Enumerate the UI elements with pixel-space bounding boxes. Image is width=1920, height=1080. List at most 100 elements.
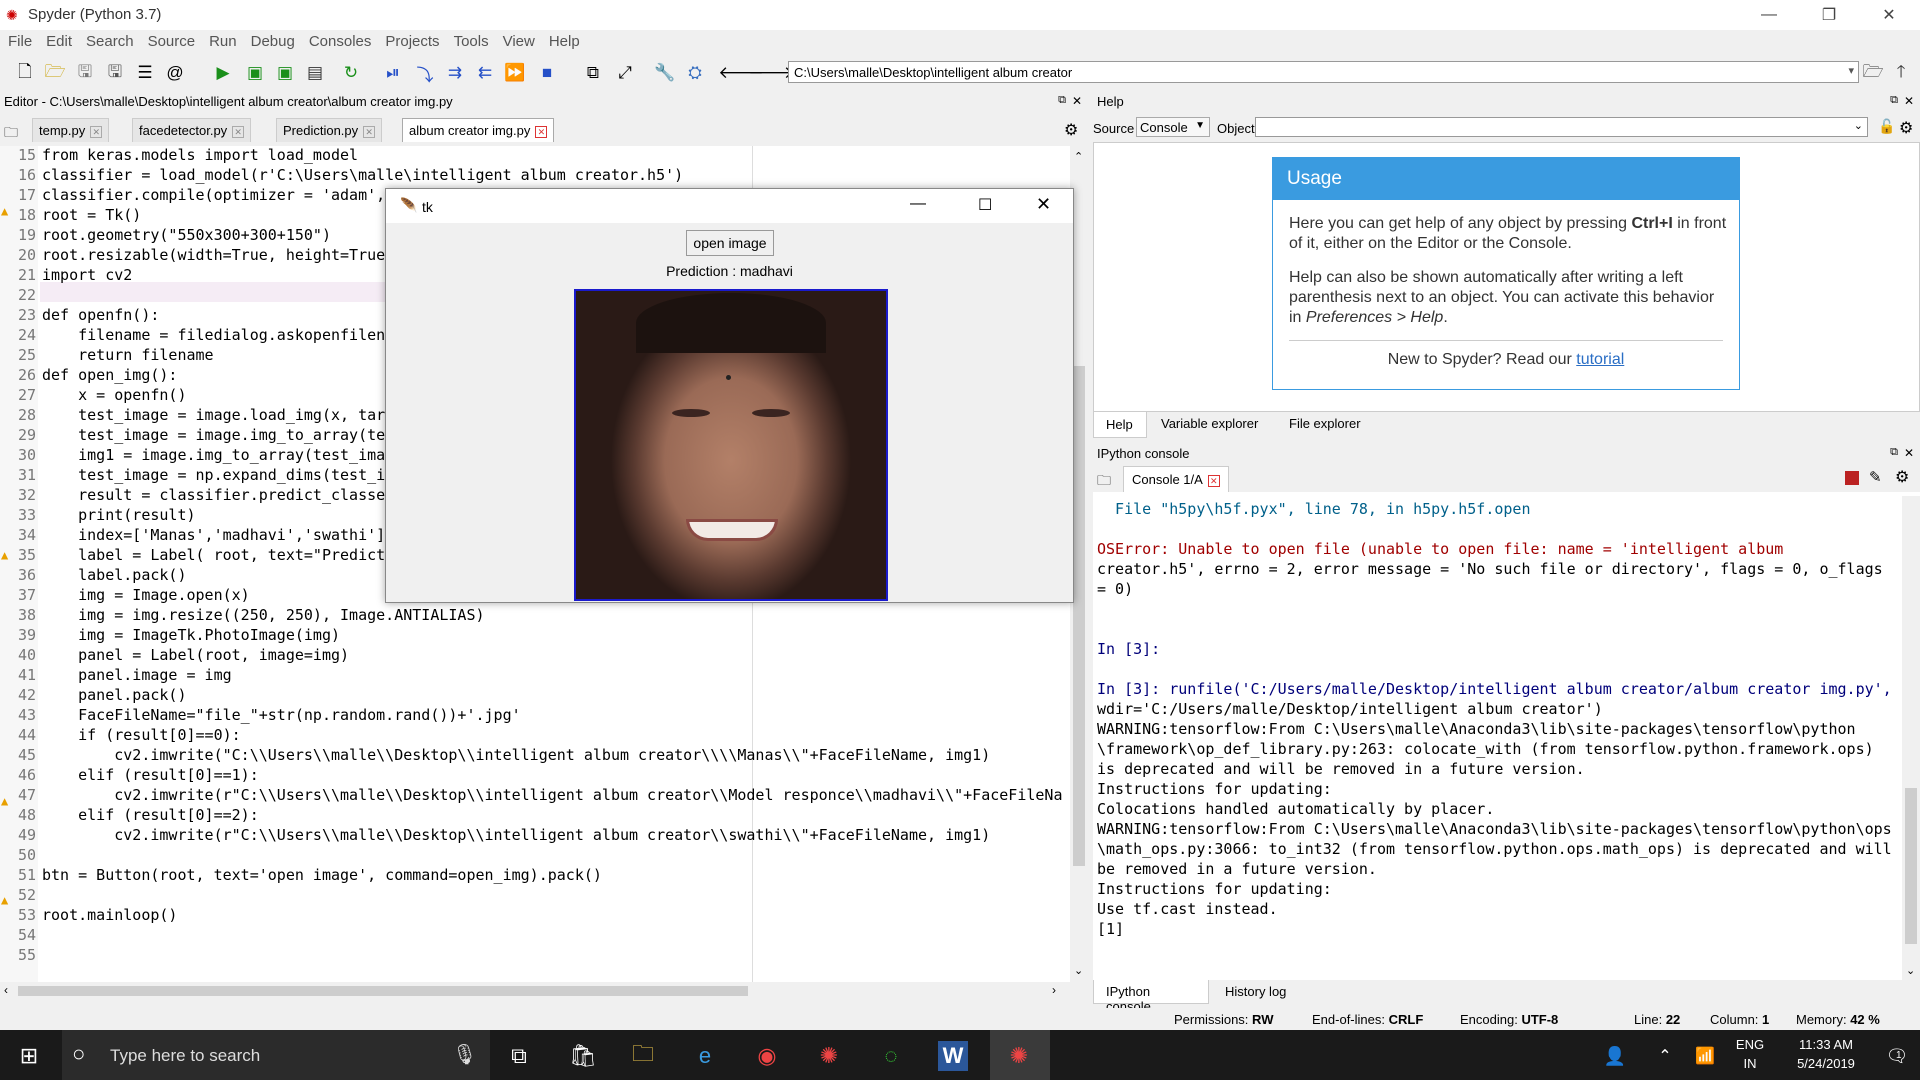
python-path-icon[interactable]: ⛭	[684, 62, 706, 84]
chevron-down-icon[interactable]: ▾	[1848, 64, 1854, 77]
menu-debug[interactable]: Debug	[243, 30, 301, 50]
new-file-icon[interactable]: 🗋	[14, 62, 36, 84]
run-cell-icon[interactable]: ▣	[244, 62, 266, 84]
undock-icon[interactable]: ⧉	[1058, 94, 1066, 107]
close-tab-icon[interactable]: ✕	[232, 125, 245, 138]
open-file-icon[interactable]: 🗁	[44, 62, 66, 84]
open-image-button[interactable]: open image	[686, 230, 774, 256]
menu-edit[interactable]: Edit	[38, 30, 78, 50]
anaconda-icon[interactable]: ◌	[876, 1041, 906, 1071]
stop-icon[interactable]: ■	[536, 62, 558, 84]
continue-icon[interactable]: ⏩	[504, 62, 526, 84]
browse-folder-icon[interactable]: 🗁	[1862, 62, 1884, 84]
undock-icon[interactable]: ⧉	[1890, 94, 1898, 107]
at-icon[interactable]: @	[164, 62, 186, 84]
preferences-icon[interactable]: 🔧	[654, 62, 676, 84]
close-tab-icon[interactable]: ✕	[90, 125, 103, 138]
menu-view[interactable]: View	[495, 30, 541, 50]
menu-projects[interactable]: Projects	[377, 30, 445, 50]
edge-icon[interactable]: e	[690, 1041, 720, 1071]
run-cell-advance-icon[interactable]: ▣	[274, 62, 296, 84]
working-directory-input[interactable]: C:\Users\malle\Desktop\intelligent album…	[788, 61, 1859, 83]
close-pane-icon[interactable]: ✕	[1904, 94, 1914, 108]
tray-chevron-icon[interactable]: ⌃	[1650, 1041, 1680, 1071]
menu-consoles[interactable]: Consoles	[301, 30, 378, 50]
tutorial-link[interactable]: tutorial	[1576, 351, 1624, 368]
people-icon[interactable]: 👤	[1600, 1041, 1630, 1071]
clock[interactable]: 11:33 AM 5/24/2019	[1776, 1037, 1876, 1071]
gear-icon[interactable]: ⚙	[1064, 120, 1078, 140]
menu-search[interactable]: Search	[78, 30, 140, 50]
browse-tabs-icon[interactable]: 🗀	[4, 122, 18, 146]
stop-kernel-icon[interactable]	[1845, 471, 1859, 485]
tab-facedetector[interactable]: facedetector.py ✕	[132, 118, 252, 142]
gear-icon[interactable]: ⚙	[1899, 118, 1913, 138]
tab-ipython-console[interactable]: IPython console	[1093, 980, 1209, 1014]
windows-start-icon[interactable]: ⊞	[14, 1041, 44, 1071]
step-icon[interactable]: ⤵	[414, 62, 436, 85]
microphone-icon[interactable]: 🎙	[452, 1042, 477, 1067]
menu-tools[interactable]: Tools	[446, 30, 495, 50]
source-select[interactable]: Console ▼	[1136, 117, 1210, 137]
minimize-button[interactable]: —	[1740, 0, 1798, 30]
close-tab-icon[interactable]: ✕	[535, 125, 548, 138]
chrome-icon[interactable]: ◉	[752, 1041, 782, 1071]
run-selection-icon[interactable]: ▤	[304, 62, 326, 84]
file-explorer-icon[interactable]: 🗀	[628, 1041, 658, 1071]
close-pane-icon[interactable]: ✕	[1904, 446, 1914, 460]
tk-close-button[interactable]: ✕	[1036, 194, 1051, 215]
fullscreen-icon[interactable]: ⤢	[614, 62, 636, 84]
save-all-icon[interactable]: 🖫	[104, 62, 126, 84]
run-icon[interactable]: ▶	[212, 62, 234, 84]
maximize-pane-icon[interactable]: ⧉	[582, 62, 604, 84]
save-icon[interactable]: 🖫	[74, 62, 96, 84]
close-tab-icon[interactable]: ✕	[1207, 474, 1220, 487]
lock-icon[interactable]: 🔓	[1878, 118, 1895, 135]
close-pane-icon[interactable]: ✕	[1072, 94, 1082, 108]
scroll-down-icon[interactable]: ⌄	[1074, 964, 1083, 977]
scroll-left-icon[interactable]: ‹	[4, 983, 8, 997]
console-output[interactable]: File "h5py\h5f.pyx", line 78, in h5py.h5…	[1093, 492, 1920, 980]
eraser-icon[interactable]: ✎	[1869, 468, 1882, 486]
tab-file-explorer[interactable]: File explorer	[1281, 416, 1369, 431]
forward-icon[interactable]: 🡒	[748, 62, 794, 84]
close-button[interactable]: ✕	[1860, 0, 1918, 30]
task-view-icon[interactable]: ⧉	[504, 1041, 534, 1071]
scroll-down-icon[interactable]: ⌄	[1906, 964, 1915, 977]
close-tab-icon[interactable]: ✕	[363, 125, 376, 138]
tab-prediction[interactable]: Prediction.py ✕	[276, 118, 383, 142]
editor-horizontal-scrollbar[interactable]: ‹ ›	[0, 982, 1070, 1000]
debug-icon[interactable]: ⏯	[382, 62, 404, 84]
spyder-active-icon[interactable]: ✺	[1004, 1041, 1034, 1071]
gear-icon[interactable]: ⚙	[1895, 467, 1909, 487]
menu-help[interactable]: Help	[541, 30, 586, 50]
restore-button[interactable]: ❐	[1800, 0, 1858, 30]
tab-album-creator[interactable]: album creator img.py ✕	[402, 118, 555, 142]
tab-temp[interactable]: temp.py ✕	[32, 118, 110, 142]
step-into-icon[interactable]: ⇉	[444, 62, 466, 84]
scrollbar-thumb[interactable]	[18, 986, 748, 996]
store-icon[interactable]: 🛍	[568, 1041, 598, 1071]
step-return-icon[interactable]: ⇇	[474, 62, 496, 84]
list-icon[interactable]: ☰	[134, 62, 156, 84]
tab-variable-explorer[interactable]: Variable explorer	[1153, 416, 1266, 431]
rerun-icon[interactable]: ↻	[340, 62, 362, 84]
menu-file[interactable]: File	[0, 30, 38, 50]
undock-icon[interactable]: ⧉	[1890, 446, 1898, 459]
scroll-up-icon[interactable]: ⌃	[1074, 150, 1083, 163]
object-input[interactable]: ⌄	[1255, 117, 1868, 137]
word-icon[interactable]: W	[938, 1041, 968, 1071]
tab-console-1a[interactable]: Console 1/A ✕	[1123, 466, 1229, 492]
spyder-icon[interactable]: ✺	[814, 1041, 844, 1071]
scrollbar-thumb[interactable]	[1073, 366, 1085, 866]
tab-help[interactable]: Help	[1093, 412, 1147, 438]
wifi-icon[interactable]: 📶	[1690, 1041, 1720, 1071]
scrollbar-thumb[interactable]	[1905, 788, 1917, 944]
console-scrollbar[interactable]: ⌄	[1902, 496, 1920, 980]
scroll-right-icon[interactable]: ›	[1052, 983, 1056, 997]
browse-tabs-icon[interactable]: 🗀	[1097, 470, 1111, 494]
tk-minimize-button[interactable]: —	[910, 195, 926, 213]
parent-dir-icon[interactable]: 🡑	[1890, 62, 1912, 84]
tk-maximize-button[interactable]: ☐	[978, 195, 992, 215]
language-indicator[interactable]: ENG IN	[1735, 1037, 1765, 1071]
